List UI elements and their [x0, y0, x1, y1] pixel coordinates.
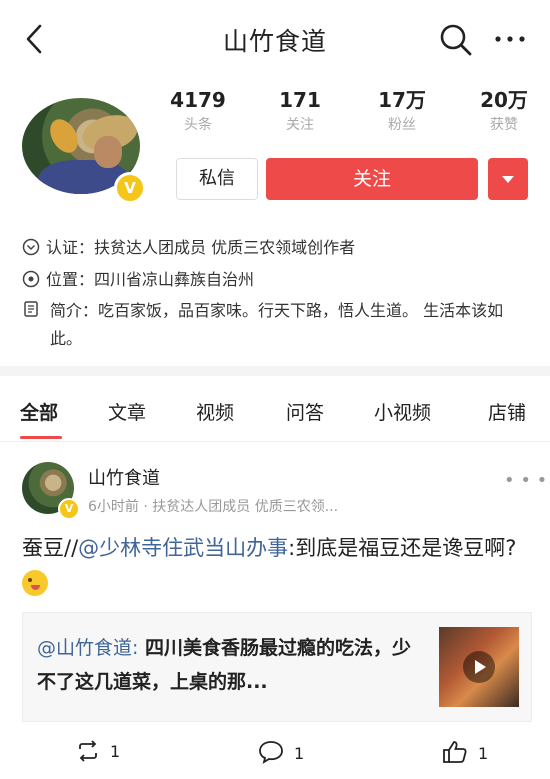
stat-following-value: 171	[279, 88, 321, 112]
like-button[interactable]: 1	[442, 740, 488, 764]
stat-followers-value: 17万	[378, 88, 426, 112]
stat-posts-label: 头条	[184, 117, 212, 133]
repost-icon	[79, 740, 97, 762]
tab-qa[interactable]: 问答	[286, 398, 324, 425]
section-divider	[0, 366, 550, 376]
stat-likes-label: 获赞	[490, 117, 518, 133]
wink-emoji-icon	[22, 570, 48, 596]
comment-count: 1	[294, 744, 305, 763]
tab-all[interactable]: 全部	[20, 398, 58, 425]
active-tab-indicator	[20, 436, 62, 439]
tab-divider	[0, 441, 550, 442]
like-count: 1	[478, 744, 489, 763]
shared-post-card[interactable]: @山竹食道: 四川美食香肠最过瘾的吃法，少不了这几道菜，上桌的那...	[22, 612, 532, 722]
tab-short-videos[interactable]: 小视频	[374, 398, 431, 425]
verified-check-icon	[22, 238, 40, 256]
post-verified-badge-icon: V	[58, 498, 80, 520]
stat-followers-label: 粉丝	[388, 117, 416, 133]
stat-posts[interactable]: 4179 头条	[158, 86, 238, 136]
video-thumbnail[interactable]	[439, 627, 519, 707]
more-options-icon[interactable]	[492, 24, 528, 54]
tab-articles[interactable]: 文章	[108, 398, 146, 425]
location-text: 位置：四川省凉山彝族自治州	[46, 270, 255, 289]
thumbs-up-icon	[443, 741, 467, 763]
play-icon	[463, 651, 495, 683]
verified-badge-icon: V	[114, 172, 146, 204]
stat-likes: 20万 获赞	[464, 86, 544, 136]
tab-videos[interactable]: 视频	[196, 398, 234, 425]
location-row: 位置：四川省凉山彝族自治州	[22, 266, 254, 290]
message-button[interactable]: 私信	[176, 158, 258, 200]
post-author-name[interactable]: 山竹食道	[88, 464, 160, 490]
stat-posts-value: 4179	[170, 88, 226, 112]
repost-count: 1	[110, 742, 121, 761]
location-pin-icon	[22, 270, 40, 288]
follow-button[interactable]: 关注	[266, 158, 478, 200]
document-icon	[24, 301, 38, 317]
post-more-icon[interactable]: • • •	[504, 470, 547, 491]
stat-followers[interactable]: 17万 粉丝	[362, 86, 442, 136]
post-meta: 6小时前 · 扶贫达人团成员 优质三农领...	[88, 499, 339, 515]
bio-text: 简介：吃百家饭，品百家味。行天下路，悟人生道。 生活本该如此。	[50, 301, 504, 348]
tab-shop[interactable]: 店铺	[488, 398, 526, 425]
stat-following[interactable]: 171 关注	[260, 86, 340, 136]
shared-mention-link[interactable]: @山竹食道:	[37, 637, 138, 659]
comment-button[interactable]: 1	[258, 740, 304, 764]
follow-dropdown-button[interactable]	[488, 158, 528, 200]
search-icon[interactable]	[438, 22, 474, 58]
comment-icon	[259, 741, 283, 764]
post-text: 蚕豆//@少林寺住武当山办事:到底是福豆还是谗豆啊?	[22, 530, 532, 602]
repost-button[interactable]: 1	[76, 740, 120, 762]
verification-text: 认证：扶贫达人团成员 优质三农领域创作者	[46, 238, 356, 257]
verification-row: 认证：扶贫达人团成员 优质三农领域创作者	[22, 234, 355, 258]
top-bar: 山竹食道	[0, 0, 550, 78]
post-mention-link[interactable]: @少林寺住武当山办事	[78, 536, 288, 560]
stat-likes-value: 20万	[480, 88, 528, 112]
stat-following-label: 关注	[286, 117, 314, 133]
post-text-prefix: 蚕豆//	[22, 536, 79, 560]
post-text-suffix: :到底是福豆还是谗豆啊?	[288, 536, 517, 560]
shared-post-text: @山竹食道: 四川美食香肠最过瘾的吃法，少不了这几道菜，上桌的那...	[37, 631, 427, 699]
